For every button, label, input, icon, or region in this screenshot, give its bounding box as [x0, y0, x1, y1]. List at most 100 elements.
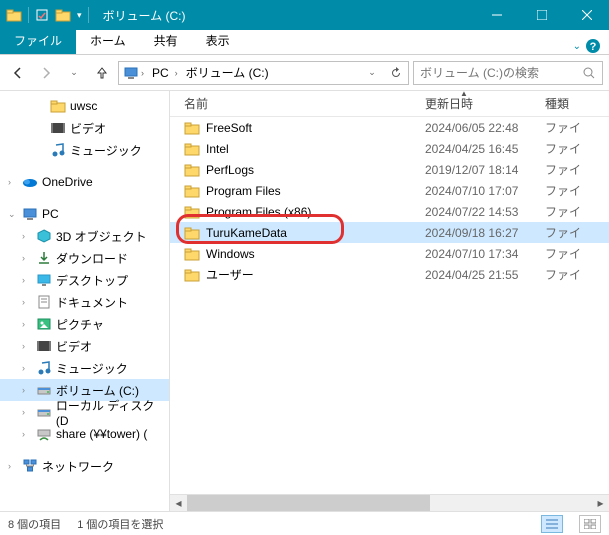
window-title: ボリューム (C:): [95, 7, 474, 24]
tab-file[interactable]: ファイル: [0, 27, 76, 54]
file-date: 2024/04/25 21:55: [425, 268, 545, 282]
up-button[interactable]: [90, 61, 114, 85]
horizontal-scrollbar[interactable]: ◂ ▸: [170, 494, 609, 511]
close-button[interactable]: [564, 0, 609, 30]
tree-item[interactable]: uwsc: [0, 95, 169, 117]
breadcrumb-pc[interactable]: PC›: [148, 66, 182, 80]
scroll-left-icon[interactable]: ◂: [170, 495, 187, 512]
tree-item[interactable]: ⌄PC: [0, 203, 169, 225]
expander-icon[interactable]: ›: [22, 297, 32, 307]
column-type[interactable]: 種類: [545, 91, 609, 116]
music-icon: [36, 360, 52, 376]
3d-icon: [36, 228, 52, 244]
tab-share[interactable]: 共有: [140, 27, 192, 54]
tree-item[interactable]: ›OneDrive: [0, 171, 169, 193]
search-input[interactable]: [420, 66, 582, 80]
tree-item[interactable]: ›ローカル ディスク (D: [0, 401, 169, 423]
folder-icon: [184, 204, 200, 220]
file-list: 名前 ▲ 更新日時 種類 FreeSoft2024/06/05 22:48ファイ…: [170, 91, 609, 511]
view-icons-button[interactable]: [579, 515, 601, 533]
expander-icon[interactable]: ›: [8, 461, 18, 471]
file-type: ファイ: [545, 224, 609, 241]
ribbon-expand-icon[interactable]: ⌄: [573, 41, 581, 52]
recent-dropdown-icon[interactable]: ⌄: [62, 61, 86, 85]
qat-folder-icon[interactable]: [55, 7, 71, 23]
pc-icon: [22, 206, 38, 222]
folder-icon: [184, 183, 200, 199]
table-row[interactable]: Program Files (x86)2024/07/22 14:53ファイ: [170, 201, 609, 222]
file-type: ファイ: [545, 182, 609, 199]
file-type: ファイ: [545, 203, 609, 220]
scroll-right-icon[interactable]: ▸: [592, 495, 609, 512]
table-row[interactable]: FreeSoft2024/06/05 22:48ファイ: [170, 117, 609, 138]
address-dropdown-icon[interactable]: ⌄: [360, 62, 384, 84]
folder-icon: [184, 246, 200, 262]
expander-icon[interactable]: ›: [22, 231, 32, 241]
folder-icon: [184, 225, 200, 241]
tree-item[interactable]: › ミュージック: [0, 357, 169, 379]
tree-item[interactable]: ›3D オブジェクト: [0, 225, 169, 247]
search-icon[interactable]: [582, 66, 596, 80]
netdrive-icon: [36, 426, 52, 442]
qat-properties-icon[interactable]: [35, 8, 49, 22]
tree-item[interactable]: ビデオ: [0, 117, 169, 139]
refresh-button[interactable]: [384, 62, 408, 84]
file-type: ファイ: [545, 161, 609, 178]
tree-item[interactable]: ミュージック: [0, 139, 169, 161]
table-row[interactable]: ユーザー2024/04/25 21:55ファイ: [170, 264, 609, 285]
expander-icon[interactable]: ›: [22, 385, 32, 395]
search-box[interactable]: [413, 61, 603, 85]
breadcrumb-volume-c[interactable]: ボリューム (C:): [182, 64, 273, 81]
tree-item[interactable]: ›ネットワーク: [0, 455, 169, 477]
expander-icon[interactable]: ›: [8, 177, 18, 187]
column-name[interactable]: 名前: [170, 91, 425, 116]
file-date: 2019/12/07 18:14: [425, 163, 545, 177]
download-icon: [36, 250, 52, 266]
file-date: 2024/06/05 22:48: [425, 121, 545, 135]
tab-home[interactable]: ホーム: [76, 27, 140, 54]
back-button[interactable]: [6, 61, 30, 85]
forward-button[interactable]: [34, 61, 58, 85]
expander-icon[interactable]: ›: [22, 363, 32, 373]
file-name: Program Files: [206, 184, 281, 198]
expander-icon[interactable]: ›: [22, 275, 32, 285]
column-date[interactable]: 更新日時: [425, 91, 545, 116]
address-bar[interactable]: › PC› ボリューム (C:) ⌄: [118, 61, 409, 85]
tree-item[interactable]: ›ビデオ: [0, 335, 169, 357]
expander-icon[interactable]: ⌄: [8, 209, 18, 220]
minimize-button[interactable]: [474, 0, 519, 30]
maximize-button[interactable]: [519, 0, 564, 30]
address-pc-icon[interactable]: ›: [119, 65, 148, 81]
file-name: Program Files (x86): [206, 205, 311, 219]
file-name: Windows: [206, 247, 255, 261]
table-row[interactable]: Windows2024/07/10 17:34ファイ: [170, 243, 609, 264]
tab-view[interactable]: 表示: [192, 27, 244, 54]
table-row[interactable]: PerfLogs2019/12/07 18:14ファイ: [170, 159, 609, 180]
file-date: 2024/07/10 17:07: [425, 184, 545, 198]
table-row[interactable]: Intel2024/04/25 16:45ファイ: [170, 138, 609, 159]
tree-item[interactable]: ›ダウンロード: [0, 247, 169, 269]
navigation-tree[interactable]: uwsc ビデオミュージック ›OneDrive ⌄PC›3D オブジェクト›ダウンロ…: [0, 91, 170, 511]
scroll-thumb[interactable]: [187, 495, 430, 512]
qat-overflow-icon[interactable]: ▾: [77, 10, 82, 21]
folder-icon: [184, 141, 200, 157]
tree-item[interactable]: ›ドキュメント: [0, 291, 169, 313]
tree-item[interactable]: ›share (¥¥tower) (: [0, 423, 169, 445]
file-type: ファイ: [545, 119, 609, 136]
tree-item[interactable]: ›デスクトップ: [0, 269, 169, 291]
view-details-button[interactable]: [541, 515, 563, 533]
expander-icon[interactable]: ›: [22, 319, 32, 329]
sort-indicator-icon: ▲: [460, 91, 468, 98]
tree-item[interactable]: ›ピクチャ: [0, 313, 169, 335]
tree-item-label: ミュージック: [56, 360, 128, 377]
tree-item-label: ビデオ: [70, 120, 106, 137]
help-icon[interactable]: ?: [585, 38, 601, 54]
table-row[interactable]: Program Files 2024/07/10 17:07ファイ: [170, 180, 609, 201]
drive-icon: [36, 382, 52, 398]
expander-icon[interactable]: ›: [22, 253, 32, 263]
expander-icon[interactable]: ›: [22, 429, 32, 439]
expander-icon[interactable]: ›: [22, 407, 32, 417]
table-row[interactable]: TuruKameData2024/09/18 16:27ファイ: [170, 222, 609, 243]
expander-icon[interactable]: ›: [22, 341, 32, 351]
folder-icon: [50, 98, 66, 114]
